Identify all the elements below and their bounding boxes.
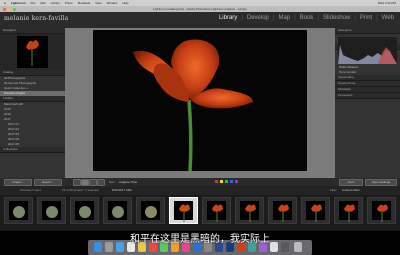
module-map[interactable]: Map — [278, 15, 290, 21]
sort-label: Sort: — [109, 180, 116, 184]
module-develop[interactable]: Develop — [247, 15, 269, 21]
window-title: Lightroom Catalog.lrcat - Adobe Photosho… — [153, 7, 247, 11]
loupe-view-icon[interactable] — [81, 179, 89, 186]
filmstrip-thumb[interactable] — [103, 197, 132, 224]
module-print[interactable]: Print — [360, 15, 372, 21]
filmstrip-thumb[interactable] — [367, 197, 396, 224]
compare-view-icon[interactable] — [89, 179, 97, 186]
sync-settings-button[interactable]: Sync Settings — [365, 179, 397, 186]
file-name: DSC0017.CR2 — [112, 188, 132, 192]
loupe-view[interactable] — [65, 28, 335, 178]
color-labels — [215, 180, 238, 183]
filmstrip-thumb[interactable] — [136, 197, 165, 224]
filmstrip-thumb[interactable] — [301, 197, 330, 224]
filmstrip-thumb[interactable] — [268, 197, 297, 224]
main-photo[interactable] — [93, 30, 307, 172]
label-green[interactable] — [225, 180, 228, 183]
navigator-thumbnail — [17, 36, 48, 68]
label-red[interactable] — [215, 180, 218, 183]
histogram — [338, 37, 397, 64]
sort-dropdown[interactable]: Capture Time — [119, 179, 137, 185]
filmstrip-bar: Previous Import 19 of 96 photos / 1 sele… — [0, 186, 400, 195]
label-purple[interactable] — [235, 180, 238, 183]
filmstrip-thumb[interactable] — [70, 197, 99, 224]
comments-header[interactable]: Comments — [335, 93, 400, 99]
import-button[interactable]: Import... — [4, 179, 32, 186]
zoom-icon[interactable] — [13, 7, 16, 11]
close-icon[interactable] — [3, 7, 6, 11]
filter-dropdown[interactable]: Custom Filter — [342, 186, 360, 195]
filmstrip-thumb[interactable] — [4, 197, 33, 224]
collections-header[interactable]: Collections — [0, 147, 65, 153]
filmstrip-thumb-selected[interactable] — [169, 197, 198, 224]
minimize-icon[interactable] — [8, 7, 11, 11]
video-subtitle: 和平在这里是黑暗的，我实际上 — [130, 234, 270, 245]
photo-count: 19 of 96 photos / 1 selected — [62, 188, 99, 192]
navigator-preview[interactable] — [0, 34, 65, 70]
right-buttons: Sync Sync Settings — [335, 178, 400, 186]
filmstrip-thumb[interactable] — [334, 197, 363, 224]
histogram-graph — [338, 45, 397, 64]
grid-view-icon[interactable] — [73, 179, 81, 186]
label-yellow[interactable] — [220, 180, 223, 183]
filmstrip-source[interactable]: Previous Import — [20, 186, 41, 195]
filter-label: Filter: — [330, 188, 338, 192]
filmstrip-thumb[interactable] — [202, 197, 231, 224]
left-panel: Navigator Catalog All Photographs All Sy… — [0, 28, 65, 178]
filmstrip-thumb[interactable] — [37, 197, 66, 224]
module-library[interactable]: Library — [219, 15, 237, 21]
tulip-image — [133, 39, 253, 172]
right-panel: Histogram Quick Develop Original Photo S… — [335, 28, 400, 178]
identity-plate: melanie kern-favilla Library | Develop | M… — [0, 12, 400, 28]
module-picker: Library | Develop | Map | Book | Slideshow | … — [218, 15, 394, 21]
module-web[interactable]: Web — [382, 15, 394, 21]
filmstrip-thumb[interactable] — [235, 197, 264, 224]
library-toolbar: Sort: Capture Time — [65, 178, 335, 186]
export-button[interactable]: Export... — [34, 179, 62, 186]
left-buttons: Import... Export... — [0, 178, 65, 186]
module-book[interactable]: Book — [300, 15, 314, 21]
label-blue[interactable] — [230, 180, 233, 183]
window-controls — [3, 7, 16, 11]
brand-name: melanie kern-favilla — [4, 15, 69, 22]
survey-view-icon[interactable] — [97, 179, 105, 186]
filmstrip — [0, 195, 400, 231]
sync-button[interactable]: Sync — [339, 179, 363, 186]
module-slideshow[interactable]: Slideshow — [323, 15, 350, 21]
